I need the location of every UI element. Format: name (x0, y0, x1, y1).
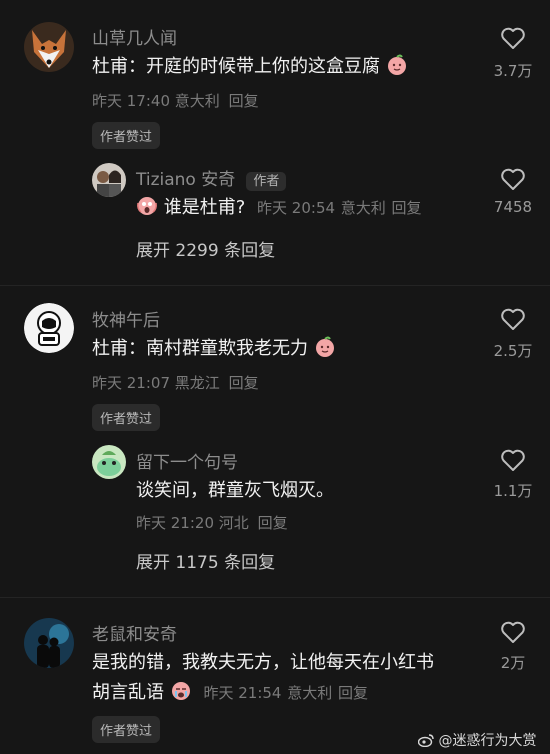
author-liked-badge: 作者赞过 (92, 716, 161, 743)
comment-text-line1: 是我的错，我教夫无方，让他每天在小红书 (92, 652, 434, 673)
like-count: 3.7万 (493, 62, 533, 80)
divider (0, 285, 550, 286)
author-liked-label: 作者赞过 (92, 404, 161, 431)
like-count: 2.5万 (493, 342, 533, 360)
avatar-couple-silhouette[interactable] (24, 618, 74, 668)
reply-author[interactable]: 留下一个句号 (136, 448, 238, 473)
reply-text: 谁是杜甫? (163, 197, 246, 218)
comment-meta: 昨天 21:07 黑龙江 回复 (92, 372, 259, 393)
author-liked-label: 作者赞过 (92, 716, 161, 743)
comment-author[interactable]: 牧神午后 (92, 306, 160, 331)
pink-smile-emoji (386, 54, 408, 76)
reply-reply-button[interactable]: 回复 (392, 199, 422, 217)
comment-text-content: 杜甫：开庭的时候带上你的这盒豆腐 (92, 56, 380, 77)
reply-like-count: 1.1万 (493, 482, 533, 500)
reply-author-row: Tiziano 安奇 作者 (136, 165, 287, 191)
heart-outline-icon (501, 168, 525, 190)
reply-author[interactable]: Tiziano 安奇 (136, 170, 235, 190)
reply-text-row: 谁是杜甫? 昨天 20:54 意大利 回复 (136, 193, 422, 223)
heart-outline-icon (501, 27, 525, 49)
like-button[interactable] (500, 307, 526, 335)
reply-time: 昨天 21:20 (136, 514, 214, 532)
comment-time: 昨天 21:07 (92, 374, 170, 392)
expand-replies-button[interactable]: 展开 2299 条回复 (136, 236, 275, 261)
weibo-logo-icon (417, 733, 434, 748)
heart-outline-icon (501, 621, 525, 643)
comment-text: 杜甫：开庭的时候带上你的这盒豆腐 (92, 52, 408, 82)
reply-like-button[interactable] (500, 167, 526, 195)
comment-text: 杜甫：南村群童欺我老无力 (92, 334, 336, 364)
comment-author[interactable]: 山草几人闻 (92, 24, 177, 49)
avatar-reply-author[interactable] (92, 163, 126, 197)
author-liked-badge: 作者赞过 (92, 122, 161, 149)
crying-emoji (170, 680, 192, 702)
watermark-text: @迷惑行为大赏 (438, 733, 537, 749)
comment-location: 意大利 (174, 92, 220, 110)
divider (0, 597, 550, 598)
comment-meta: 昨天 17:40 意大利 回复 (92, 90, 259, 111)
avatar-astronaut[interactable] (24, 303, 74, 353)
comment-author[interactable]: 老鼠和安奇 (92, 620, 177, 645)
comment-text-line2-row: 胡言乱语 昨天 21:54 意大利 回复 (92, 678, 368, 708)
author-liked-badge: 作者赞过 (92, 404, 161, 431)
reply-location: 意大利 (340, 199, 386, 217)
avatar-fox[interactable] (24, 22, 74, 72)
comment-time: 昨天 17:40 (92, 92, 170, 110)
reply-meta: 昨天 21:20 河北 回复 (136, 512, 288, 533)
author-liked-label: 作者赞过 (92, 122, 161, 149)
comment-text-line2: 胡言乱语 (92, 682, 164, 703)
heart-outline-icon (501, 308, 525, 330)
reply-reply-button[interactable]: 回复 (258, 514, 288, 532)
reply-like-button[interactable] (500, 448, 526, 476)
heart-outline-icon (501, 449, 525, 471)
expand-replies-button[interactable]: 展开 1175 条回复 (136, 548, 275, 573)
reply-text: 谈笑间，群童灰飞烟灭。 (136, 480, 334, 501)
comment-text-content: 杜甫：南村群童欺我老无力 (92, 338, 308, 359)
scream-emoji (136, 195, 158, 217)
weibo-watermark: @迷惑行为大赏 (417, 730, 537, 750)
reply-button[interactable]: 回复 (338, 684, 368, 702)
comment-location: 意大利 (287, 684, 333, 702)
reply-like-count: 7458 (493, 198, 533, 216)
avatar-reply-author[interactable] (92, 445, 126, 479)
pink-smile-emoji (314, 336, 336, 358)
like-button[interactable] (500, 620, 526, 648)
like-count: 2万 (500, 654, 526, 672)
author-tag: 作者 (246, 172, 287, 191)
comment-location: 黑龙江 (174, 374, 220, 392)
comment-time: 昨天 21:54 (203, 684, 282, 702)
reply-button[interactable]: 回复 (229, 92, 259, 110)
like-button[interactable] (500, 26, 526, 54)
reply-time: 昨天 20:54 (257, 199, 336, 217)
reply-button[interactable]: 回复 (229, 374, 259, 392)
reply-location: 河北 (218, 514, 249, 532)
